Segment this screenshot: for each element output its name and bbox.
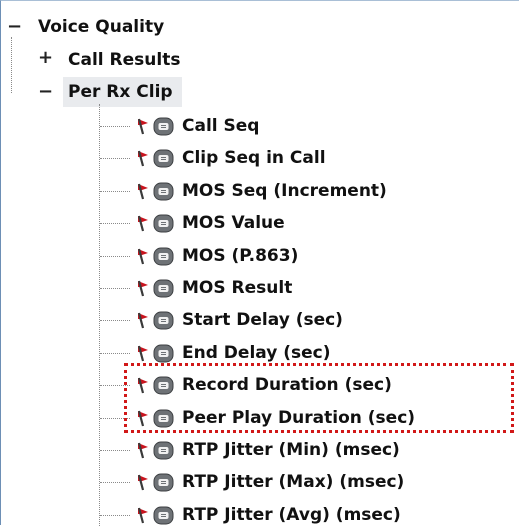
tree-connector <box>100 158 130 160</box>
gray-pill-icon <box>153 311 174 330</box>
tree-connector <box>100 255 130 257</box>
gray-pill-icon <box>153 441 174 460</box>
tree-view[interactable]: − Voice Quality + Call Results − Per Rx … <box>0 0 519 526</box>
tree-leaf-call-seq[interactable]: Call Seq <box>182 116 259 136</box>
gray-pill-icon <box>153 506 174 525</box>
gray-pill-icon <box>153 214 174 233</box>
tree-leaf-start-delay-sec[interactable]: Start Delay (sec) <box>182 310 343 330</box>
tree-connector <box>100 514 130 516</box>
red-flag-icon <box>137 248 148 264</box>
tree-leaf-rtp-jitter-max-msec[interactable]: RTP Jitter (Max) (msec) <box>182 472 404 492</box>
red-flag-icon <box>137 345 148 362</box>
gray-pill-icon <box>153 149 174 168</box>
collapse-root-toggle[interactable]: − <box>7 18 22 36</box>
tree-leaf-end-delay-sec[interactable]: End Delay (sec) <box>182 343 330 363</box>
tree-leaf-mos-value[interactable]: MOS Value <box>182 213 285 233</box>
tree-leaf-rtp-jitter-min-msec[interactable]: RTP Jitter (Min) (msec) <box>182 440 400 460</box>
tree-connector <box>100 288 130 289</box>
gray-pill-icon <box>153 473 174 492</box>
tree-leaf-mos-result[interactable]: MOS Result <box>182 278 292 298</box>
tree-connector <box>100 126 130 127</box>
tree-connector <box>99 104 100 526</box>
expand-call-results-toggle[interactable]: + <box>38 49 53 67</box>
tree-connector <box>100 223 130 225</box>
highlight-box <box>124 363 514 433</box>
tree-leaf-mos-seq-increment[interactable]: MOS Seq (Increment) <box>182 181 387 201</box>
tree-connector <box>100 320 130 322</box>
tree-leaf-rtp-jitter-avg-msec[interactable]: RTP Jitter (Avg) (msec) <box>182 505 401 525</box>
tree-connector <box>11 37 12 93</box>
tree-connector <box>100 190 130 192</box>
red-flag-icon <box>137 280 148 297</box>
tree-connector <box>100 482 130 484</box>
gray-pill-icon <box>153 279 174 298</box>
tree-node-voice-quality[interactable]: Voice Quality <box>38 17 164 37</box>
gray-pill-icon <box>153 344 174 363</box>
red-flag-icon <box>137 442 148 459</box>
red-flag-icon <box>137 151 148 167</box>
tree-node-per-rx-clip[interactable]: Per Rx Clip <box>68 82 173 102</box>
gray-pill-icon <box>153 247 174 266</box>
red-flag-icon <box>137 215 148 232</box>
red-flag-icon <box>137 475 148 491</box>
red-flag-icon <box>137 183 148 200</box>
red-flag-icon <box>137 313 148 329</box>
gray-pill-icon <box>153 117 174 136</box>
tree-connector <box>100 352 130 354</box>
tree-leaf-mos-p-863[interactable]: MOS (P.863) <box>182 246 298 266</box>
red-flag-icon <box>137 507 148 524</box>
tree-node-call-results[interactable]: Call Results <box>68 50 180 70</box>
red-flag-icon <box>137 118 148 135</box>
collapse-per-rx-clip-toggle[interactable]: − <box>38 83 53 101</box>
tree-leaf-clip-seq-in-call[interactable]: Clip Seq in Call <box>182 148 326 168</box>
gray-pill-icon <box>153 182 174 201</box>
tree-connector <box>100 450 130 451</box>
